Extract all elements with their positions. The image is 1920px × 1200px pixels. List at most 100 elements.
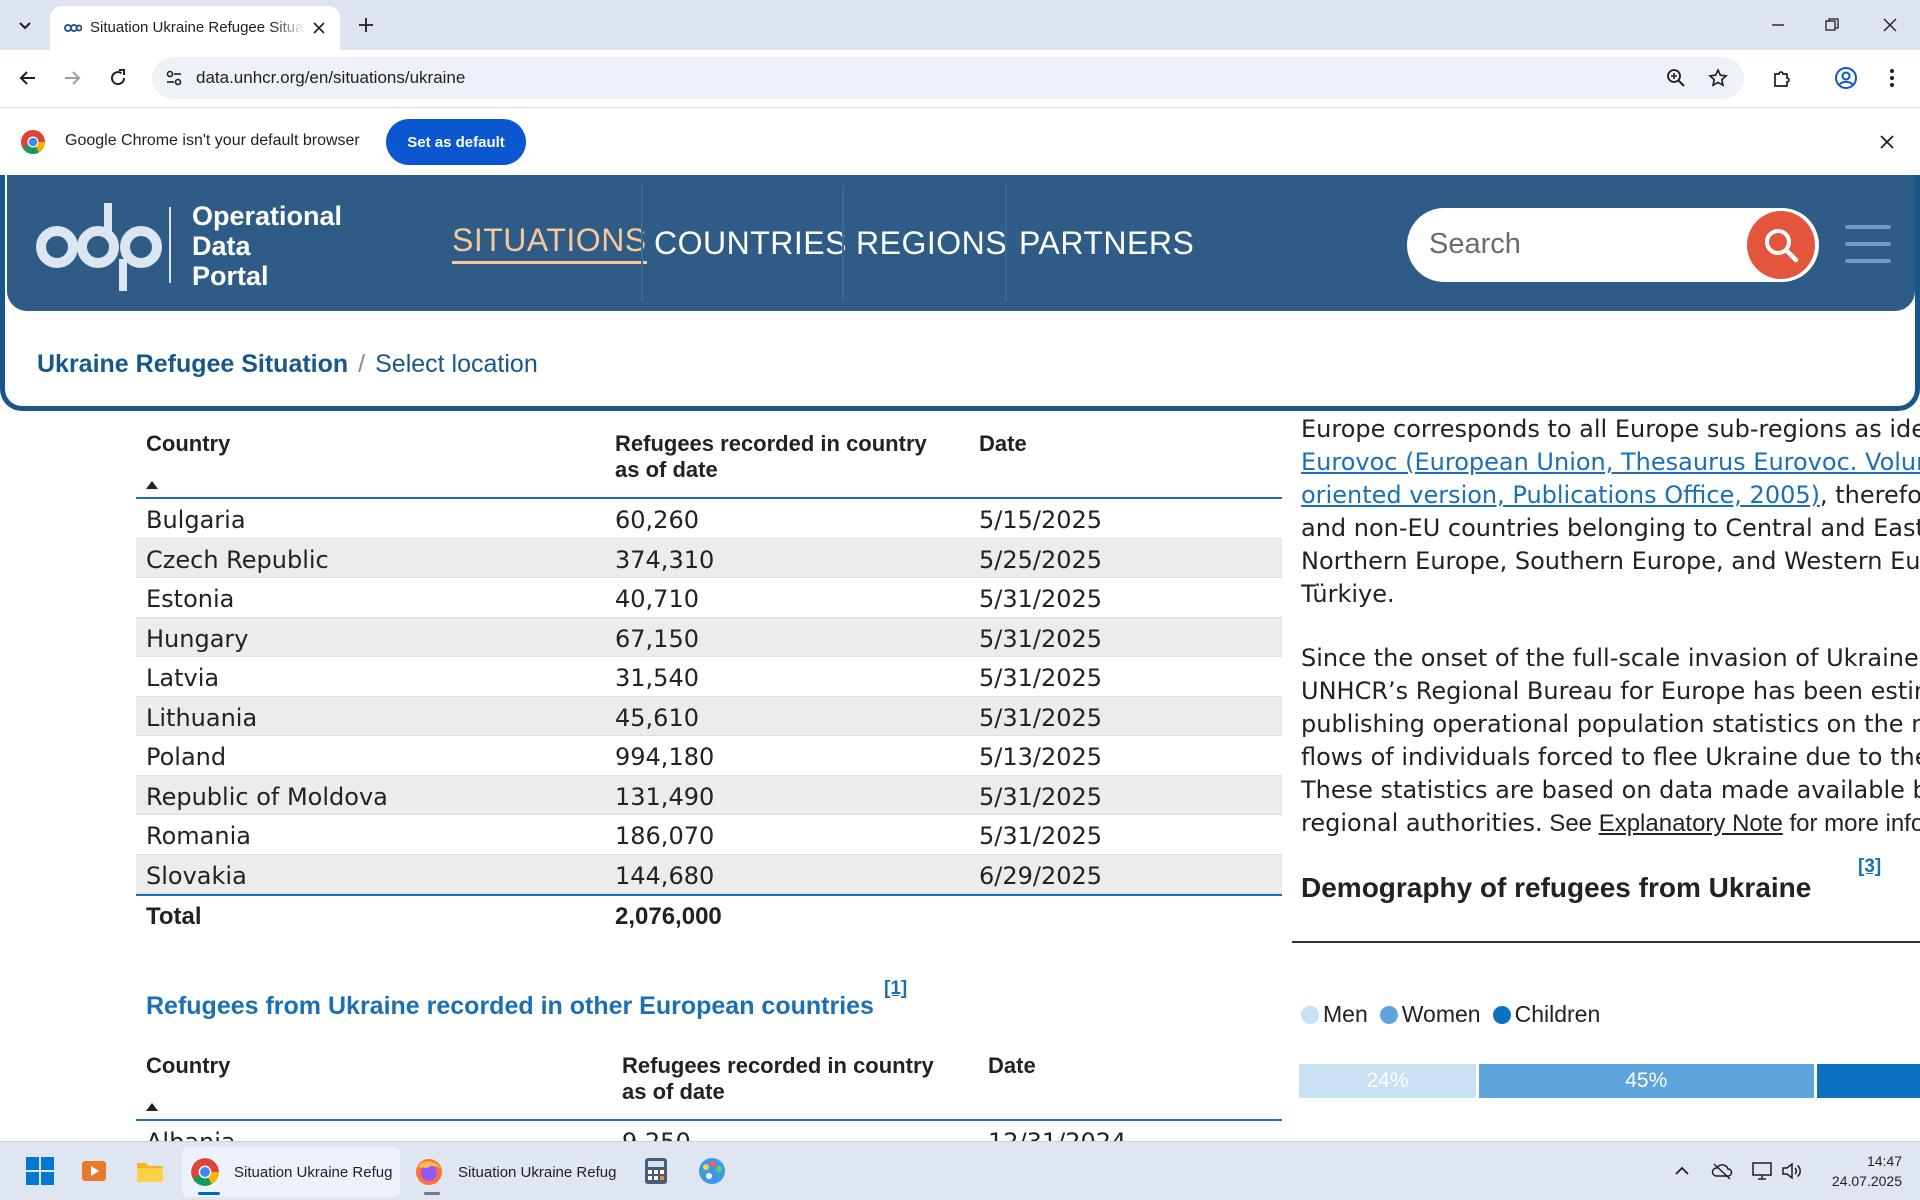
column-header-country[interactable]: Country: [146, 1053, 230, 1079]
total-value: 2,076,000: [615, 903, 722, 930]
set-default-button[interactable]: Set as default: [386, 119, 526, 165]
restore-button[interactable]: [1812, 8, 1852, 42]
menu-button[interactable]: [1876, 62, 1908, 94]
explanatory-note-link[interactable]: Explanatory Note: [1599, 810, 1783, 837]
tray-overflow-button[interactable]: [1670, 1159, 1694, 1183]
breadcrumb-root-link[interactable]: Ukraine Refugee Situation: [37, 350, 348, 379]
infobar-close-button[interactable]: [1874, 129, 1900, 155]
browser-toolbar: data.unhcr.org/en/situations/ukraine: [0, 50, 1920, 108]
search-input[interactable]: [1429, 222, 1729, 266]
calculator-icon: [645, 1158, 667, 1184]
odp-logo-icon[interactable]: [35, 197, 165, 293]
back-button[interactable]: [12, 62, 44, 94]
legend-dot: [1492, 1005, 1511, 1024]
reload-button[interactable]: [102, 62, 134, 94]
nav-separator: [842, 185, 844, 301]
star-icon: [1708, 68, 1728, 87]
logo-text[interactable]: Operational Data Portal: [192, 201, 342, 291]
tab-close-button[interactable]: [308, 17, 330, 39]
eurovoc-link[interactable]: Eurovoc (European Union, Thesaurus Eurov…: [1301, 448, 1920, 476]
legend-item-women[interactable]: Women: [1379, 1001, 1481, 1028]
forward-button[interactable]: [56, 62, 88, 94]
volume-tray-icon[interactable]: [1780, 1159, 1804, 1183]
footnote-1-link[interactable]: [1]: [884, 978, 907, 1000]
legend-item-children[interactable]: Children: [1492, 1001, 1600, 1028]
zoom-button[interactable]: [1664, 66, 1688, 90]
column-header-refugees[interactable]: Refugees recorded in country as of date: [622, 1053, 934, 1105]
new-tab-button[interactable]: [352, 11, 380, 39]
other-countries-title: Refugees from Ukraine recorded in other …: [146, 992, 874, 1020]
calculator-taskbar-icon[interactable]: [636, 1151, 676, 1191]
firefox-taskbar-app[interactable]: Situation Ukraine Refug: [406, 1147, 624, 1197]
close-window-button[interactable]: [1870, 8, 1910, 42]
address-bar[interactable]: data.unhcr.org/en/situations/ukraine: [152, 57, 1744, 99]
bar-segment-men[interactable]: 24%: [1299, 1064, 1479, 1098]
close-icon: [1880, 135, 1894, 149]
nav-regions[interactable]: REGIONS: [856, 185, 1007, 301]
file-explorer-taskbar-icon[interactable]: [130, 1151, 170, 1191]
media-player-taskbar-icon[interactable]: [74, 1151, 114, 1191]
column-header-refugees[interactable]: Refugees recorded in country as of date: [615, 431, 927, 483]
breadcrumb-select-location[interactable]: Select location: [375, 350, 538, 379]
arrow-right-icon: [65, 71, 81, 85]
speaker-icon: [1782, 1162, 1801, 1180]
search-button[interactable]: [1747, 211, 1815, 279]
minimize-button[interactable]: [1758, 8, 1798, 42]
bar-segment-women[interactable]: 45%: [1479, 1064, 1817, 1098]
search-icon: [1765, 229, 1799, 263]
chevron-up-icon: [1675, 1166, 1689, 1175]
nav-situations[interactable]: SITUATIONS: [452, 185, 647, 301]
bar-segment-children[interactable]: 3: [1816, 1064, 1920, 1098]
windows-logo-icon: [26, 1157, 54, 1185]
sort-asc-icon[interactable]: [146, 1103, 158, 1111]
table-row: Slovakia 144,680 6/29/2025: [136, 854, 1282, 894]
nav-partners[interactable]: PARTNERS: [1019, 185, 1194, 301]
web-page: Operational Data Portal SITUATIONS COUNT…: [0, 175, 1920, 1141]
reload-icon: [111, 69, 126, 86]
folder-icon: [137, 1163, 163, 1182]
network-tray-icon[interactable]: [1750, 1159, 1774, 1183]
legend-item-men[interactable]: Men: [1301, 1001, 1368, 1028]
active-indicator: [198, 1192, 220, 1195]
refugees-table: Country Refugees recorded in country as …: [136, 415, 1282, 938]
statistics-paragraph: Since the onset of the full-scale invasi…: [1301, 644, 1920, 837]
palette-icon: [699, 1158, 725, 1184]
column-header-date[interactable]: Date: [979, 431, 1027, 457]
hamburger-menu-icon[interactable]: [1845, 225, 1893, 265]
eurovoc-link-cont[interactable]: oriented version, Publications Office, 2…: [1301, 481, 1820, 509]
table-row: Hungary 67,150 5/31/2025: [136, 617, 1282, 657]
sort-asc-icon[interactable]: [146, 481, 158, 489]
demography-stacked-bar: 24% 45% 3: [1299, 1064, 1920, 1098]
nav-countries[interactable]: COUNTRIES: [654, 185, 847, 301]
column-header-country[interactable]: Country: [146, 431, 230, 457]
footnote-3-link[interactable]: [3]: [1858, 856, 1881, 878]
arrow-left-icon: [19, 71, 35, 85]
table-row: Czech Republic 374,310 5/25/2025: [136, 538, 1282, 578]
start-button[interactable]: [20, 1151, 60, 1191]
bookmark-button[interactable]: [1706, 66, 1730, 90]
minimize-icon: [1772, 24, 1784, 26]
breadcrumb: Ukraine Refugee Situation / Select locat…: [37, 350, 538, 379]
column-header-date[interactable]: Date: [988, 1053, 1036, 1079]
close-icon: [313, 22, 325, 34]
chrome-taskbar-app[interactable]: Situation Ukraine Refug: [182, 1147, 400, 1197]
table-row: Bulgaria 60,260 5/15/2025: [136, 499, 1282, 539]
browser-tab[interactable]: Situation Ukraine Refugee Situation: [50, 6, 340, 50]
site-info-button[interactable]: [162, 66, 186, 90]
tab-search-button[interactable]: [10, 10, 40, 40]
logo-divider: [169, 207, 171, 283]
onedrive-tray-icon[interactable]: [1710, 1159, 1734, 1183]
close-icon: [1883, 18, 1897, 32]
extensions-button[interactable]: [1766, 62, 1798, 94]
taskbar-clock[interactable]: 14:47 24.07.2025: [1808, 1151, 1902, 1191]
site-header: Operational Data Portal SITUATIONS COUNT…: [0, 175, 1920, 411]
profile-button[interactable]: [1830, 62, 1862, 94]
more-vert-icon: [1890, 69, 1894, 87]
table-row: Albania 9,250 12/31/2024: [136, 1121, 1282, 1141]
zoom-icon: [1667, 69, 1685, 87]
demography-divider: [1292, 941, 1920, 943]
url-text[interactable]: data.unhcr.org/en/situations/ukraine: [196, 68, 465, 88]
table-header: Country Refugees recorded in country as …: [136, 1037, 1282, 1121]
europe-description: Europe corresponds to all Europe sub-reg…: [1301, 413, 1920, 871]
paint-taskbar-icon[interactable]: [692, 1151, 732, 1191]
